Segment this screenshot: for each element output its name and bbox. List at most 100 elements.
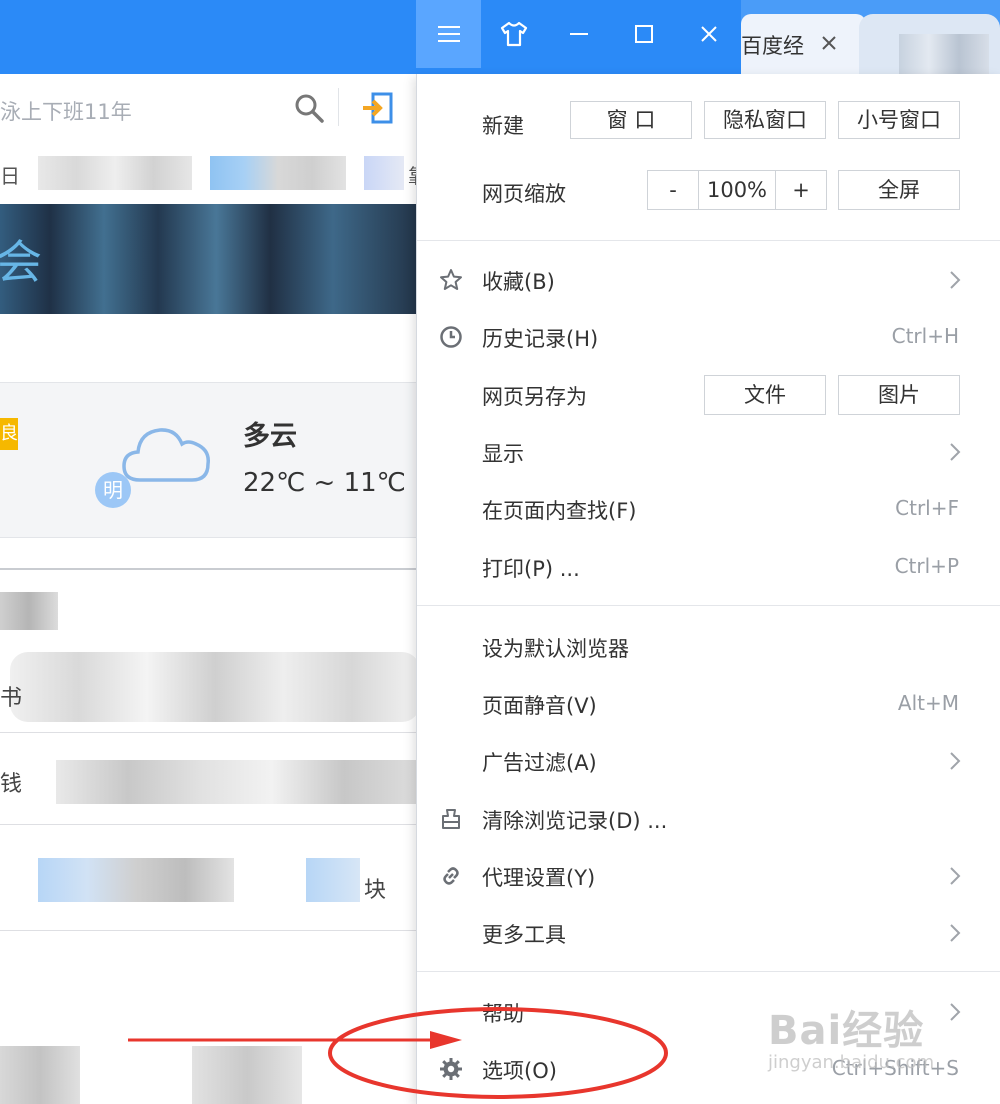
weather-condition: 多云 (243, 421, 297, 452)
menu-item-label: 打印(P) ... (482, 557, 580, 581)
menu-item-ad-filter[interactable]: 广告过滤(A) (417, 736, 1000, 786)
chevron-right-icon (950, 867, 961, 885)
new-private-window-button[interactable]: 隐私窗口 (704, 101, 826, 139)
blurred-content[interactable] (0, 592, 58, 630)
chevron-right-icon (950, 1003, 961, 1021)
menu-item-label: 选项(O) (482, 1059, 557, 1083)
save-as-file-button[interactable]: 文件 (704, 375, 826, 415)
divider (0, 930, 416, 931)
banner-image[interactable]: 会 (0, 204, 416, 314)
menu-item-shortcut: Ctrl+H (891, 324, 959, 348)
chevron-right-icon (950, 271, 961, 289)
menu-item-label: 清除浏览记录(D) ... (482, 809, 668, 833)
blurred-content[interactable] (0, 1046, 80, 1104)
weather-temperature: 22℃ ~ 11℃ (243, 468, 406, 498)
menu-item-label: 网页另存为 (482, 385, 587, 409)
blurred-content[interactable] (306, 858, 360, 902)
menu-item-mute[interactable]: 页面静音(V) Alt+M (417, 679, 1000, 729)
tomorrow-badge: 明 (95, 472, 131, 508)
menu-item-label: 显示 (482, 442, 524, 466)
menu-item-label: 广告过滤(A) (482, 751, 597, 775)
eraser-icon (442, 809, 460, 829)
new-label: 新建 (482, 114, 524, 138)
star-icon (440, 269, 462, 290)
menu-item-favorites[interactable]: 收藏(B) (417, 255, 1000, 305)
tab-blurred[interactable] (859, 14, 1000, 74)
menu-item-label: 页面静音(V) (482, 694, 597, 718)
banner-mosaic (0, 204, 416, 314)
blurred-tab-title (899, 34, 989, 74)
login-icon[interactable] (361, 92, 395, 124)
divider (0, 732, 416, 733)
bookmarks-bar: 日 靠 (0, 142, 428, 204)
window-controls (416, 0, 741, 74)
close-window-button[interactable] (676, 0, 741, 68)
close-icon (700, 26, 717, 42)
zoom-level: 100% (706, 178, 768, 202)
menu-item-label: 更多工具 (482, 923, 566, 947)
menu-item-history[interactable]: 历史记录(H) Ctrl+H (417, 312, 1000, 362)
blurred-content[interactable] (56, 760, 416, 804)
chevron-right-icon (950, 752, 961, 770)
bookmark-edge-text: 日 (0, 164, 20, 188)
address-bar[interactable]: 泳上下班11年 (0, 74, 416, 143)
menu-item-label: 代理设置(Y) (482, 866, 596, 890)
blurred-bookmark[interactable] (38, 156, 192, 190)
menu-item-label: 历史记录(H) (482, 327, 599, 351)
content-edge-text: 钱 (0, 772, 23, 797)
maximize-icon (634, 25, 653, 43)
zoom-label: 网页缩放 (482, 182, 566, 206)
blurred-bookmark[interactable] (364, 156, 404, 190)
address-text: 泳上下班11年 (0, 100, 132, 124)
new-small-window-button[interactable]: 小号窗口 (838, 101, 960, 139)
main-menu: 新建 窗 口 隐私窗口 小号窗口 网页缩放 - 100% + 全屏 收藏(B) … (416, 74, 1000, 1104)
blurred-content[interactable] (192, 1046, 302, 1104)
menu-item-shortcut: Alt+M (897, 691, 959, 715)
hamburger-icon (437, 26, 460, 42)
menu-item-label: 设为默认浏览器 (482, 637, 629, 661)
watermark-url: jingyan.baidu.com (768, 1052, 935, 1073)
menu-button[interactable] (416, 0, 481, 68)
minimize-icon (569, 33, 588, 35)
air-quality-badge: 良 (0, 418, 18, 450)
zoom-out-button[interactable]: - (648, 171, 698, 209)
clock-icon (440, 326, 462, 348)
menu-item-label: 收藏(B) (482, 270, 555, 294)
tab-title: 百度经 (741, 34, 804, 58)
cloud-icon (122, 428, 210, 482)
save-as-image-button[interactable]: 图片 (838, 375, 960, 415)
maximize-button[interactable] (611, 0, 676, 68)
menu-item-shortcut: Ctrl+F (895, 496, 959, 520)
fullscreen-button[interactable]: 全屏 (838, 170, 960, 210)
banner-glyph: 会 (0, 235, 42, 289)
content-edge-text: 块 (364, 878, 387, 903)
search-icon[interactable] (293, 92, 325, 124)
blurred-content[interactable] (10, 652, 420, 722)
watermark-logo: Bai经验 (768, 1008, 925, 1054)
zoom-in-button[interactable]: + (776, 171, 826, 209)
tab-strip: 百度经 (741, 0, 1000, 74)
minimize-button[interactable] (546, 0, 611, 68)
menu-divider (417, 240, 1000, 241)
menu-item-more-tools[interactable]: 更多工具 (417, 908, 1000, 958)
content-edge-text: 书 (0, 686, 23, 711)
menu-divider (417, 971, 1000, 972)
menu-item-print[interactable]: 打印(P) ... Ctrl+P (417, 542, 1000, 592)
menu-item-display[interactable]: 显示 (417, 427, 1000, 477)
chevron-right-icon (950, 924, 961, 942)
menu-item-find[interactable]: 在页面内查找(F) Ctrl+F (417, 484, 1000, 534)
menu-item-proxy[interactable]: 代理设置(Y) (417, 851, 1000, 901)
menu-item-label: 帮助 (482, 1002, 524, 1026)
tshirt-icon (500, 21, 527, 47)
skin-button[interactable] (481, 0, 546, 68)
divider (0, 824, 416, 825)
divider (0, 568, 416, 570)
menu-item-set-default[interactable]: 设为默认浏览器 (417, 622, 1000, 672)
close-icon[interactable] (819, 33, 839, 53)
menu-item-label: 在页面内查找(F) (482, 499, 637, 523)
blurred-bookmark[interactable] (210, 156, 346, 190)
divider (338, 88, 339, 126)
menu-item-clear-history[interactable]: 清除浏览记录(D) ... (417, 794, 1000, 844)
blurred-content[interactable] (38, 858, 234, 902)
new-window-button[interactable]: 窗 口 (570, 101, 692, 139)
